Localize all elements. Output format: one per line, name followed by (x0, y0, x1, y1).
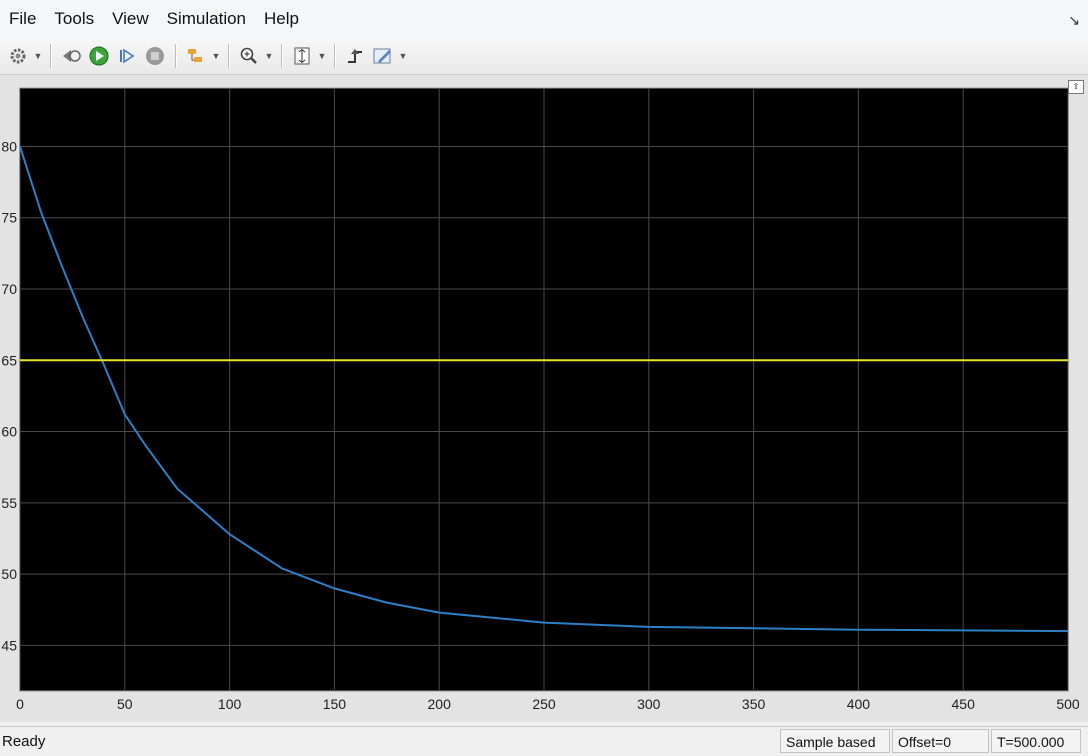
toolbar-separator (175, 44, 176, 68)
zoom-icon[interactable] (237, 44, 261, 68)
highlight-dropdown-icon[interactable]: ▼ (210, 51, 222, 61)
status-time: T=500.000 (991, 729, 1081, 753)
y-tick-label: 80 (1, 138, 17, 154)
menu-simulation[interactable]: Simulation (158, 0, 255, 38)
fit-to-view-icon[interactable] (290, 44, 314, 68)
y-tick-label: 65 (1, 352, 17, 368)
toolbar-separator (228, 44, 229, 68)
x-tick-label: 50 (117, 696, 133, 712)
y-tick-label: 75 (1, 210, 17, 226)
x-tick-label: 350 (742, 696, 766, 712)
zoom-dropdown-icon[interactable]: ▼ (263, 51, 275, 61)
stop-icon[interactable] (143, 44, 167, 68)
menu-tools[interactable]: Tools (45, 0, 103, 38)
fit-dropdown-icon[interactable]: ▼ (316, 51, 328, 61)
style-icon[interactable] (371, 44, 395, 68)
y-tick-label: 45 (1, 637, 17, 653)
menu-help[interactable]: Help (255, 0, 308, 38)
undock-icon[interactable]: ↘ (1068, 12, 1080, 29)
x-tick-label: 250 (532, 696, 556, 712)
x-tick-label: 100 (218, 696, 242, 712)
status-sample-based: Sample based (780, 729, 890, 753)
scope-plot-area: 0 50 100 150 200 250 300 350 400 450 500 45 50 55 60 65… (0, 75, 1088, 722)
highlight-icon[interactable] (184, 44, 208, 68)
scope-chart[interactable]: 0 50 100 150 200 250 300 350 400 450 500 45 50 55 60 65… (0, 75, 1088, 722)
menu-view[interactable]: View (103, 0, 158, 38)
y-tick-label: 60 (1, 424, 17, 440)
x-tick-label: 500 (1056, 696, 1080, 712)
step-forward-icon[interactable] (115, 44, 139, 68)
y-tick-label: 50 (1, 566, 17, 582)
toolbar: ▼ ▼ ▼ ▼ ▼ (0, 38, 1088, 75)
status-offset: Offset=0 (892, 729, 989, 753)
y-tick-label: 70 (1, 281, 17, 297)
x-tick-label: 0 (16, 696, 24, 712)
triggers-icon[interactable] (343, 44, 367, 68)
x-tick-label: 300 (637, 696, 661, 712)
toolbar-separator (281, 44, 282, 68)
gear-dropdown-icon[interactable]: ▼ (32, 51, 44, 61)
gear-icon[interactable] (6, 44, 30, 68)
status-ready: Ready (2, 733, 46, 750)
menu-bar: File Tools View Simulation Help ↘ (0, 0, 1088, 39)
step-back-icon[interactable] (59, 44, 83, 68)
toolbar-separator (50, 44, 51, 68)
style-dropdown-icon[interactable]: ▼ (397, 51, 409, 61)
autoscale-icon[interactable]: ⇧ (1068, 80, 1084, 94)
x-tick-label: 200 (428, 696, 452, 712)
y-tick-label: 55 (1, 495, 17, 511)
status-bar: Ready Sample based Offset=0 T=500.000 (0, 726, 1088, 756)
toolbar-separator (334, 44, 335, 68)
x-tick-label: 150 (323, 696, 347, 712)
run-icon[interactable] (87, 44, 111, 68)
menu-file[interactable]: File (0, 0, 45, 38)
x-tick-label: 450 (952, 696, 976, 712)
x-tick-label: 400 (847, 696, 871, 712)
